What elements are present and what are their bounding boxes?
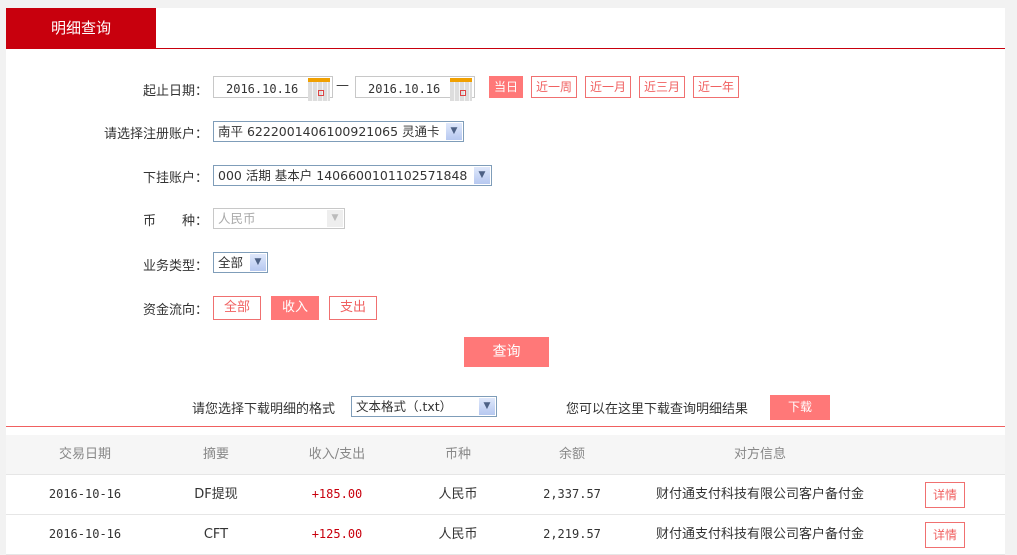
date-to-input[interactable]: 2016.10.16 xyxy=(355,76,475,101)
cell-summary: DF提现 xyxy=(194,487,238,502)
cell-date: 2016-10-16 xyxy=(48,527,122,541)
cell-amount: +125.00 xyxy=(311,527,363,541)
account-label: 请选择注册账户： xyxy=(103,127,208,142)
currency-label: 币 种： xyxy=(142,214,208,229)
flow-expense-button[interactable]: 支出 xyxy=(329,296,377,320)
download-format-label: 请您选择下载明细的格式 xyxy=(192,402,336,417)
date-from-input[interactable]: 2016.10.16 xyxy=(213,76,333,101)
biz-type-select[interactable]: 全部 ▼ xyxy=(213,252,268,273)
cell-currency: 人民币 xyxy=(438,487,478,502)
range-year-button[interactable]: 近一年 xyxy=(693,76,740,98)
chevron-down-icon: ▼ xyxy=(474,167,490,184)
chevron-down-icon: ▼ xyxy=(479,398,495,415)
download-format-select[interactable]: 文本格式（.txt） ▼ xyxy=(351,396,497,417)
header-currency: 币种 xyxy=(444,447,472,462)
tab-detail-query[interactable]: 明细查询 xyxy=(6,8,156,48)
date-separator: — xyxy=(336,78,349,93)
chevron-down-icon: ▼ xyxy=(250,254,266,271)
header-date: 交易日期 xyxy=(58,447,112,462)
cell-amount: +185.00 xyxy=(311,487,363,501)
sub-account-select[interactable]: 000 活期 基本户 1406600101102571848 ▼ xyxy=(213,165,492,186)
download-button[interactable]: 下载 xyxy=(770,395,830,420)
chevron-down-icon: ▼ xyxy=(446,123,462,140)
cell-date: 2016-10-16 xyxy=(48,487,122,501)
account-value: 南平 6222001406100921065 灵通卡 xyxy=(218,124,440,139)
currency-select: 人民币 ▼ xyxy=(213,208,345,229)
sub-account-label: 下挂账户： xyxy=(142,171,208,186)
header-summary: 摘要 xyxy=(202,447,230,462)
download-format-value: 文本格式（.txt） xyxy=(356,399,453,414)
date-to-value: 2016.10.16 xyxy=(368,82,441,96)
table-header: 交易日期 摘要 收入/支出 币种 余额 对方信息 xyxy=(6,435,1005,475)
calendar-icon[interactable] xyxy=(308,78,330,101)
sub-account-value: 000 活期 基本户 1406600101102571848 xyxy=(218,168,468,183)
header-counterparty: 对方信息 xyxy=(733,447,787,462)
range-month-button[interactable]: 近一月 xyxy=(585,76,632,98)
cell-currency: 人民币 xyxy=(438,527,478,542)
cell-counterparty: 财付通支付科技有限公司客户备付金 xyxy=(655,527,865,542)
header-amount: 收入/支出 xyxy=(308,447,366,462)
biz-type-label: 业务类型： xyxy=(142,259,208,274)
divider xyxy=(6,48,1005,49)
detail-button[interactable]: 详情 xyxy=(925,522,965,548)
divider xyxy=(6,426,1005,427)
flow-income-button[interactable]: 收入 xyxy=(271,296,319,320)
cell-summary: CFT xyxy=(203,527,229,542)
date-range-label: 起止日期： xyxy=(142,84,208,99)
date-from-value: 2016.10.16 xyxy=(226,82,299,96)
chevron-down-icon: ▼ xyxy=(327,210,343,227)
cell-balance: 2,219.57 xyxy=(543,527,601,541)
table-row: 2016-10-16 DF提现 +185.00 人民币 2,337.57 财付通… xyxy=(6,475,1005,515)
flow-label: 资金流向： xyxy=(142,303,208,318)
range-week-button[interactable]: 近一周 xyxy=(531,76,578,98)
currency-value: 人民币 xyxy=(218,211,256,226)
detail-query-panel: 明细查询 起止日期： 2016.10.16 — 2016.10.16 当日 近一… xyxy=(6,8,1005,555)
biz-type-value: 全部 xyxy=(218,255,244,270)
detail-button[interactable]: 详情 xyxy=(925,482,965,508)
calendar-icon[interactable] xyxy=(450,78,472,101)
cell-balance: 2,337.57 xyxy=(543,487,601,501)
download-hint: 您可以在这里下载查询明细结果 xyxy=(566,402,749,417)
range-today-button[interactable]: 当日 xyxy=(489,76,524,98)
header-balance: 余额 xyxy=(558,447,586,462)
table-row: 2016-10-16 CFT +125.00 人民币 2,219.57 财付通支… xyxy=(6,515,1005,555)
account-select[interactable]: 南平 6222001406100921065 灵通卡 ▼ xyxy=(213,121,464,142)
flow-all-button[interactable]: 全部 xyxy=(213,296,261,320)
query-button[interactable]: 查询 xyxy=(464,337,549,367)
range-3month-button[interactable]: 近三月 xyxy=(639,76,686,98)
cell-counterparty: 财付通支付科技有限公司客户备付金 xyxy=(655,487,865,502)
